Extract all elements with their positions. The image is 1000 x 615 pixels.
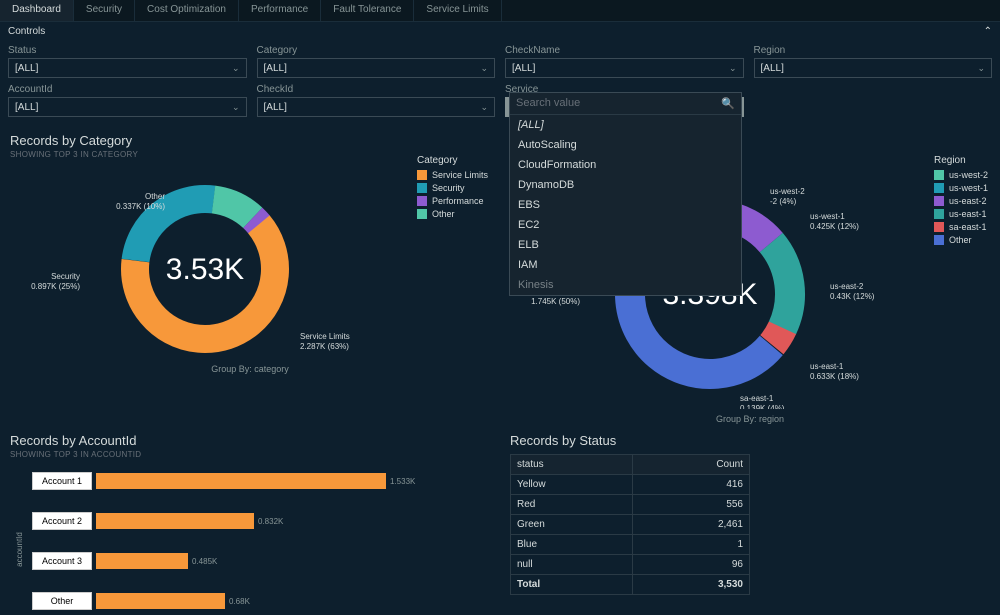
filter-checkid: CheckId [ALL]⌄ — [257, 84, 496, 117]
select-category[interactable]: [ALL]⌄ — [257, 58, 496, 78]
dropdown-item[interactable]: AutoScaling — [510, 135, 741, 155]
chevron-down-icon: ⌄ — [977, 63, 985, 74]
svg-text:0.43K (12%): 0.43K (12%) — [830, 292, 875, 301]
select-accountid[interactable]: [ALL]⌄ — [8, 97, 247, 117]
svg-text:Service Limits: Service Limits — [300, 332, 350, 341]
tab-bar: Dashboard Security Cost Optimization Per… — [0, 0, 1000, 22]
bar-label: Account 1 — [32, 472, 92, 490]
bar — [96, 553, 188, 569]
bar-label: Account 2 — [32, 512, 92, 530]
svg-text:0.425K (12%): 0.425K (12%) — [810, 222, 859, 231]
bar-label: Account 3 — [32, 552, 92, 570]
groupby-label: Group By: region — [510, 414, 990, 424]
tab-cost-optimization[interactable]: Cost Optimization — [135, 0, 239, 21]
filter-region-label: Region — [754, 45, 993, 56]
table-row: Red556 — [511, 495, 750, 515]
dropdown-item[interactable]: Kinesis — [510, 275, 741, 295]
chevron-down-icon: ⌄ — [480, 63, 488, 74]
chevron-down-icon: ⌄ — [480, 102, 488, 113]
filter-category-label: Category — [257, 45, 496, 56]
panel-records-by-accountid: Records by AccountId SHOWING TOP 3 IN AC… — [0, 425, 500, 615]
svg-text:us-west-1: us-west-1 — [810, 212, 845, 221]
bar-chart-account: Account 1 1.533K Account 2 0.832K Accoun… — [22, 469, 490, 613]
dropdown-item[interactable]: EC2 — [510, 215, 741, 235]
table-row: Blue1 — [511, 535, 750, 555]
tab-fault-tolerance[interactable]: Fault Tolerance — [321, 0, 414, 21]
panel-title: Records by Status — [510, 433, 990, 448]
bar — [96, 513, 254, 529]
dropdown-item[interactable]: ELB — [510, 235, 741, 255]
panel-records-by-category: Records by Category SHOWING TOP 3 IN CAT… — [0, 125, 500, 375]
dropdown-item[interactable]: EBS — [510, 195, 741, 215]
select-region[interactable]: [ALL]⌄ — [754, 58, 993, 78]
collapse-icon[interactable]: ⌃ — [984, 26, 992, 37]
svg-text:2.287K (63%): 2.287K (63%) — [300, 342, 349, 351]
tab-performance[interactable]: Performance — [239, 0, 321, 21]
filter-status: Status [ALL]⌄ — [8, 45, 247, 78]
bar-row: Account 1 1.533K — [32, 469, 490, 493]
panel-subtitle: SHOWING TOP 3 IN ACCOUNTID — [10, 450, 490, 459]
select-checkname[interactable]: [ALL]⌄ — [505, 58, 744, 78]
table-row: Green2,461 — [511, 515, 750, 535]
filter-checkid-label: CheckId — [257, 84, 496, 95]
status-table: statusCount Yellow416 Red556 Green2,461 … — [510, 454, 750, 595]
svg-text:Other: Other — [145, 192, 165, 201]
legend-region: Region us-west-2 us-west-1 us-east-2 us-… — [934, 155, 988, 248]
table-row: null96 — [511, 555, 750, 575]
bar — [96, 473, 386, 489]
donut-center-value: 3.53K — [166, 253, 244, 286]
controls-label: Controls — [8, 26, 45, 37]
svg-text:Security: Security — [51, 272, 80, 281]
filter-checkname-label: CheckName — [505, 45, 744, 56]
col-count: Count — [633, 455, 750, 475]
donut-category: 3.53K Service Limits 2.287K (63%) Securi… — [10, 159, 390, 359]
dropdown-item[interactable]: DynamoDB — [510, 175, 741, 195]
chevron-down-icon: ⌄ — [729, 63, 737, 74]
filter-checkname: CheckName [ALL]⌄ — [505, 45, 744, 78]
tab-service-limits[interactable]: Service Limits — [414, 0, 501, 21]
dropdown-item[interactable]: [ALL] — [510, 115, 741, 135]
dropdown-item[interactable]: IAM — [510, 255, 741, 275]
filter-accountid-label: AccountId — [8, 84, 247, 95]
svg-text:0.897K (25%): 0.897K (25%) — [31, 282, 80, 291]
tab-security[interactable]: Security — [74, 0, 135, 21]
filter-accountid: AccountId [ALL]⌄ — [8, 84, 247, 117]
y-axis-label: accountId — [15, 532, 24, 567]
chevron-down-icon: ⌄ — [232, 102, 240, 113]
svg-text:0.337K (10%): 0.337K (10%) — [116, 202, 165, 211]
tab-dashboard[interactable]: Dashboard — [0, 0, 74, 21]
svg-text:0.139K (4%): 0.139K (4%) — [740, 404, 785, 409]
svg-text:us-east-2: us-east-2 — [830, 282, 864, 291]
legend-category: Category Service Limits Security Perform… — [417, 155, 488, 222]
filter-status-label: Status — [8, 45, 247, 56]
svg-text:1.745K (50%): 1.745K (50%) — [531, 297, 580, 306]
dropdown-item[interactable]: CloudFormation — [510, 155, 741, 175]
svg-text:-2 (4%): -2 (4%) — [770, 197, 797, 206]
col-status: status — [511, 455, 633, 475]
svg-text:us-west-2: us-west-2 — [770, 187, 805, 196]
table-row: Yellow416 — [511, 475, 750, 495]
dropdown-search[interactable]: Search value 🔍 — [510, 93, 741, 115]
search-icon: 🔍 — [721, 97, 735, 110]
svg-text:us-east-1: us-east-1 — [810, 362, 844, 371]
select-checkid[interactable]: [ALL]⌄ — [257, 97, 496, 117]
filter-category: Category [ALL]⌄ — [257, 45, 496, 78]
search-placeholder: Search value — [516, 97, 580, 110]
filter-region: Region [ALL]⌄ — [754, 45, 993, 78]
panel-records-by-status: Records by Status statusCount Yellow416 … — [500, 425, 1000, 615]
chevron-down-icon: ⌄ — [232, 63, 240, 74]
panel-title: Records by Category — [10, 133, 490, 148]
bar — [96, 593, 225, 609]
bar-label: Other — [32, 592, 92, 610]
service-dropdown[interactable]: Search value 🔍 [ALL] AutoScaling CloudFo… — [509, 92, 742, 296]
groupby-label: Group By: category — [10, 364, 490, 374]
controls-header: Controls ⌃ — [0, 22, 1000, 41]
svg-text:sa-east-1: sa-east-1 — [740, 394, 774, 403]
panel-title: Records by AccountId — [10, 433, 490, 448]
table-row-total: Total3,530 — [511, 575, 750, 595]
controls-grid: Status [ALL]⌄ Category [ALL]⌄ CheckName … — [0, 41, 1000, 125]
select-status[interactable]: [ALL]⌄ — [8, 58, 247, 78]
svg-text:0.633K (18%): 0.633K (18%) — [810, 372, 859, 381]
